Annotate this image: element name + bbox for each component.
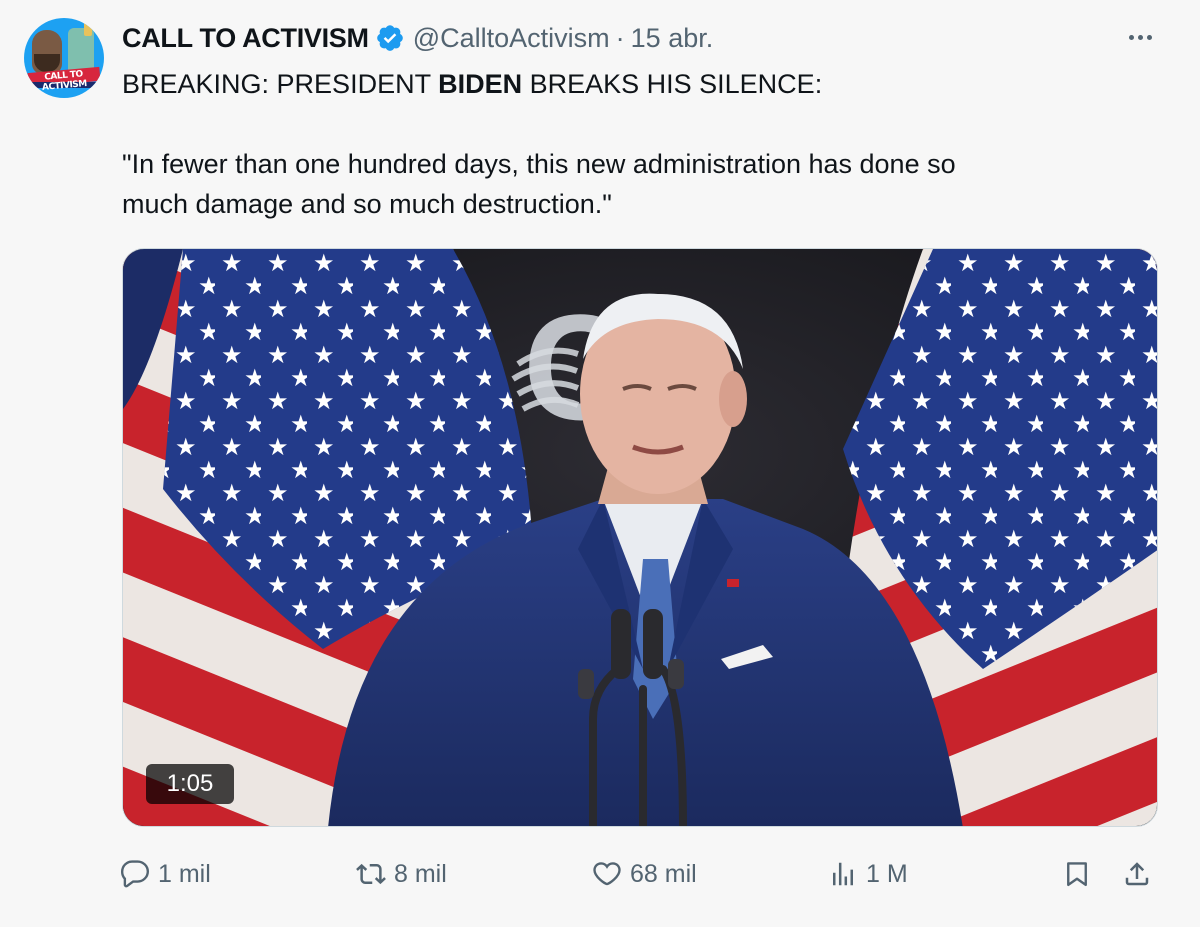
repost-count: 8 mil bbox=[394, 859, 447, 888]
views-count: 1 M bbox=[866, 859, 908, 888]
views-bar-chart-icon bbox=[833, 862, 853, 886]
tweet-quote-line-1: "In fewer than one hundred days, this ne… bbox=[122, 149, 956, 179]
author-handle[interactable]: @CalltoActivism bbox=[413, 23, 610, 54]
tweet-text-line-1: BREAKING: PRESIDENT BIDEN BREAKS HIS SIL… bbox=[122, 69, 823, 99]
tweet-text: BREAKING: PRESIDENT BIDEN BREAKS HIS SIL… bbox=[122, 64, 1122, 224]
video-frame: ★ ★ bbox=[123, 249, 1157, 826]
tweet-date[interactable]: 15 abr. bbox=[631, 23, 714, 54]
bookmark-button[interactable] bbox=[1062, 850, 1092, 898]
bookmark-icon bbox=[1067, 862, 1087, 887]
like-count: 68 mil bbox=[630, 859, 697, 888]
author-name[interactable]: CALL TO ACTIVISM bbox=[122, 23, 369, 54]
share-icon bbox=[1125, 862, 1149, 886]
share-button[interactable] bbox=[1122, 850, 1152, 898]
reply-icon bbox=[121, 860, 150, 888]
avatar[interactable]: CALL TO ACTIVISM bbox=[24, 18, 104, 98]
repost-icon bbox=[356, 863, 386, 885]
heart-icon bbox=[593, 862, 621, 886]
tweet-card: CALL TO ACTIVISM CALL TO ACTIVISM @Callt… bbox=[0, 0, 1200, 927]
repost-button[interactable]: 8 mil bbox=[356, 850, 447, 898]
tweet-actions-bar: 1 mil 8 mil 68 mil 1 M bbox=[0, 850, 1200, 898]
video-duration-badge: 1:05 bbox=[146, 764, 234, 804]
reply-count: 1 mil bbox=[158, 859, 211, 888]
views-button[interactable]: 1 M bbox=[828, 850, 908, 898]
verified-badge-icon[interactable] bbox=[375, 23, 405, 53]
like-button[interactable]: 68 mil bbox=[592, 850, 697, 898]
more-options-icon[interactable] bbox=[1120, 22, 1160, 52]
tweet-text-bold: BIDEN bbox=[438, 69, 523, 99]
reply-button[interactable]: 1 mil bbox=[120, 850, 211, 898]
video-player[interactable]: ★ ★ bbox=[122, 248, 1158, 827]
header-separator: · bbox=[615, 22, 625, 53]
tweet-quote-line-2: much damage and so much destruction." bbox=[122, 189, 612, 219]
tweet-header: CALL TO ACTIVISM @CalltoActivism · 15 ab… bbox=[122, 20, 713, 56]
